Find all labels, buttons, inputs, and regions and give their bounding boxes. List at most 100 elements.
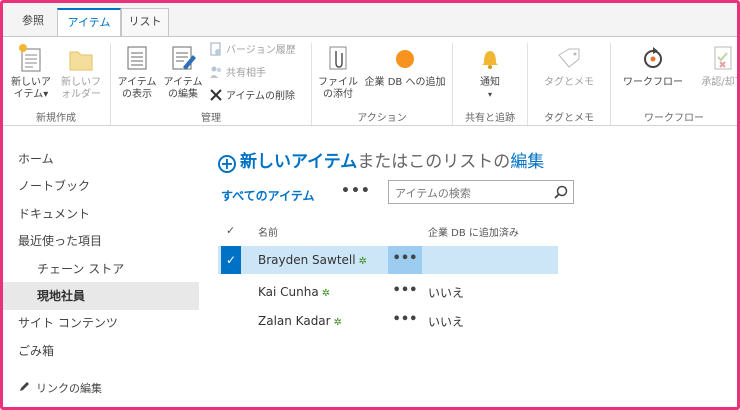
table-row[interactable]: ✓ Brayden Sawtell ✲ •••: [218, 246, 558, 274]
view-item-line1: アイテム: [117, 77, 157, 88]
shared-with-button[interactable]: 共有相手: [209, 65, 266, 83]
version-history-label: バージョン履歴: [226, 45, 296, 56]
nav-item-site-contents[interactable]: サイト コンテンツ: [3, 309, 199, 337]
folder-icon: [69, 51, 93, 71]
row-menu-button[interactable]: •••: [388, 278, 422, 306]
group-share-track-label: 共有と追跡: [465, 113, 515, 124]
new-badge-icon: ✲: [333, 317, 342, 328]
add-to-db-label: 企業 DB への追加: [364, 77, 446, 88]
workflows-label: ワークフロー: [623, 77, 683, 88]
group-share-track: 通知 ▾ 共有と追跡: [453, 37, 527, 127]
people-icon: [210, 66, 222, 78]
view-item-icon: [127, 46, 147, 70]
new-item-link[interactable]: 新しいアイテム: [240, 152, 357, 172]
tab-items[interactable]: アイテム: [57, 8, 121, 36]
table-row[interactable]: Kai Cunha ✲ ••• いいえ: [218, 278, 558, 306]
nav-item-home[interactable]: ホーム: [3, 145, 199, 173]
chevron-down-icon: ▾: [487, 90, 492, 99]
new-badge-icon: ✲: [358, 256, 367, 267]
edit-item-line2: の編集: [168, 89, 198, 100]
edit-item-icon: [172, 46, 196, 70]
attach-file-line1: ファイル: [318, 77, 358, 88]
new-badge-icon: ✲: [321, 288, 331, 299]
table-row[interactable]: Zalan Kadar ✲ ••• いいえ: [218, 307, 558, 335]
item-name-link[interactable]: Brayden Sawtell: [258, 253, 356, 267]
group-actions-label: アクション: [357, 113, 407, 124]
attach-file-button[interactable]: ファイル の添付: [312, 43, 364, 101]
nav-item-notebook[interactable]: ノートブック: [3, 172, 199, 200]
new-folder-line2: ォルダー: [61, 89, 101, 100]
row-name[interactable]: Brayden Sawtell ✲: [258, 253, 367, 267]
ribbon-tabs: 参照 アイテム リスト: [3, 3, 737, 36]
tags-notes-label: タグとメモ: [544, 77, 594, 88]
approve-reject-icon: [714, 46, 732, 70]
nav-item-recycle-bin[interactable]: ごみ箱: [3, 337, 199, 365]
edit-list-link[interactable]: 編集: [510, 152, 544, 172]
edit-links-label: リンクの編集: [36, 382, 102, 395]
app-window: 参照 アイテム リスト 新しいア イテム▾ 新しいフ ォルダー 新規作成 アイテ…: [0, 0, 740, 410]
add-to-db-button[interactable]: 企業 DB への追加: [360, 43, 450, 89]
view-item-line2: の表示: [122, 89, 152, 100]
tab-list[interactable]: リスト: [121, 8, 169, 36]
ribbon: 新しいア イテム▾ 新しいフ ォルダー 新規作成 アイテム の表示 アイテム の…: [3, 36, 737, 126]
group-new: 新しいア イテム▾ 新しいフ ォルダー 新規作成: [3, 37, 109, 127]
column-header-name[interactable]: 名前: [258, 224, 278, 239]
nav-item-chain-store[interactable]: チェーン ストア: [3, 255, 199, 283]
select-all-checkbox[interactable]: ✓: [226, 224, 235, 237]
new-item-button[interactable]: 新しいア イテム▾: [5, 43, 57, 101]
attach-file-line2: の添付: [323, 89, 353, 100]
new-item-icon: [19, 44, 41, 72]
group-actions: ファイル の添付 企業 DB への追加 アクション: [312, 37, 452, 127]
version-history-icon: [210, 42, 221, 56]
nav-item-recent[interactable]: 最近使った項目: [3, 227, 199, 255]
approve-reject-button[interactable]: 承認/却下: [693, 43, 737, 89]
delete-item-label: アイテムの削除: [226, 91, 295, 102]
group-manage-label: 管理: [201, 113, 221, 124]
group-workflow-label: ワークフロー: [644, 113, 704, 124]
version-history-button[interactable]: バージョン履歴: [209, 42, 296, 60]
alert-me-button[interactable]: 通知 ▾: [464, 43, 516, 101]
item-name-link[interactable]: Zalan Kadar: [258, 314, 331, 328]
approve-reject-label: 承認/却下: [701, 77, 737, 88]
row-checkbox[interactable]: ✓: [221, 246, 241, 274]
add-circle-icon[interactable]: +: [218, 155, 236, 173]
tag-icon: [558, 48, 580, 68]
column-header-added[interactable]: 企業 DB に追加済み: [428, 224, 519, 239]
paperclip-icon: [329, 46, 347, 70]
search-icon[interactable]: [553, 184, 569, 200]
nav-item-local-staff[interactable]: 現地社員: [3, 282, 199, 310]
new-item-middle-text: またはこのリストの: [357, 152, 511, 172]
edit-links-link[interactable]: リンクの編集: [18, 380, 102, 396]
alert-me-label: 通知: [480, 77, 500, 88]
search-placeholder: アイテムの検索: [395, 187, 471, 200]
new-item-line2: イテム▾: [13, 89, 49, 100]
view-more-button[interactable]: •••: [341, 183, 371, 199]
delete-item-button[interactable]: アイテムの削除: [209, 88, 295, 106]
nav-item-documents[interactable]: ドキュメント: [3, 200, 199, 228]
group-workflow: ワークフロー 承認/却下 ワークフロー: [611, 37, 737, 127]
bell-icon: [482, 51, 498, 69]
workflow-icon: [644, 47, 662, 68]
group-new-label: 新規作成: [36, 113, 76, 124]
delete-icon: [210, 89, 222, 101]
row-added-value: いいえ: [428, 315, 465, 329]
edit-item-button[interactable]: アイテム の編集: [157, 43, 209, 101]
tab-browse[interactable]: 参照: [9, 8, 57, 36]
search-box[interactable]: アイテムの検索: [388, 180, 574, 204]
row-menu-button[interactable]: •••: [388, 307, 422, 335]
workflows-button[interactable]: ワークフロー: [617, 43, 689, 89]
new-item-line: + 新しいアイテムまたはこのリストの編集: [218, 147, 544, 173]
orange-circle-icon: [396, 50, 414, 68]
row-name[interactable]: Kai Cunha ✲: [258, 285, 330, 299]
row-name[interactable]: Zalan Kadar ✲: [258, 314, 342, 328]
item-name-link[interactable]: Kai Cunha: [258, 285, 319, 299]
all-items-view-link[interactable]: すべてのアイテム: [221, 187, 314, 204]
tags-notes-button[interactable]: タグとメモ: [534, 43, 604, 89]
new-folder-line1: 新しいフ: [61, 77, 101, 88]
row-menu-button[interactable]: •••: [388, 246, 422, 274]
shared-with-label: 共有相手: [226, 68, 266, 79]
new-folder-button[interactable]: 新しいフ ォルダー: [55, 43, 107, 101]
new-item-line1: 新しいア: [11, 77, 51, 88]
view-item-button[interactable]: アイテム の表示: [111, 43, 163, 101]
group-tags-label: タグとメモ: [544, 113, 594, 124]
